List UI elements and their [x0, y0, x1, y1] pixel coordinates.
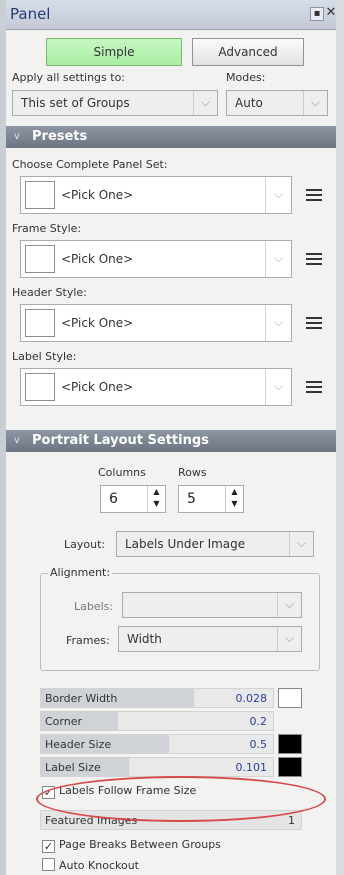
slider-name: Label Size — [45, 761, 101, 774]
slider-value: 0.2 — [249, 715, 268, 728]
corner-slider[interactable]: Corner 0.2 — [40, 711, 274, 731]
chevron-down-icon: ⌵ — [277, 593, 301, 617]
apply-label: Apply all settings to: — [12, 71, 126, 84]
menu-icon[interactable] — [306, 189, 322, 203]
slider-value: 0.028 — [235, 692, 268, 705]
picker-value: <Pick One> — [61, 252, 134, 266]
checkbox-label: Auto Knockout — [59, 859, 139, 872]
page-breaks-checkbox[interactable]: ✓ Page Breaks Between Groups — [42, 838, 221, 853]
label-style-picker[interactable]: <Pick One> ⌵ — [20, 368, 292, 406]
alignment-group — [40, 573, 320, 671]
slider-name: Header Size — [45, 738, 112, 751]
chevron-down-icon: ⌵ — [289, 532, 313, 556]
rows-stepper[interactable]: 5 ▲ ▼ — [178, 485, 244, 513]
preview-swatch — [25, 373, 55, 401]
rows-value: 5 — [187, 491, 196, 507]
chevron-down-icon: ⌵ — [265, 305, 291, 341]
portrait-section-header[interactable]: v Portrait Layout Settings — [6, 430, 336, 452]
modes-select-value: Auto — [235, 96, 263, 110]
checkbox-check-icon[interactable]: ✓ — [42, 840, 55, 853]
picker-value: <Pick One> — [61, 316, 134, 330]
checkbox-label: Page Breaks Between Groups — [59, 838, 221, 851]
stepper-arrows-icon[interactable]: ▲ ▼ — [147, 486, 165, 512]
frame-style-label: Frame Style: — [12, 222, 82, 235]
preview-swatch — [25, 245, 55, 273]
layout-label: Layout: — [64, 538, 106, 551]
checkbox-box[interactable] — [42, 858, 55, 871]
labels-label: Labels: — [74, 600, 114, 613]
slider-name: Border Width — [45, 692, 118, 705]
presets-section-header[interactable]: v Presets — [6, 126, 336, 148]
menu-icon[interactable] — [306, 253, 322, 267]
preview-swatch — [25, 309, 55, 337]
advanced-button[interactable]: Advanced — [192, 38, 304, 66]
slider-value: 1 — [288, 814, 295, 827]
border-width-slider[interactable]: Border Width 0.028 — [40, 688, 274, 708]
auto-knockout-checkbox[interactable]: Auto Knockout — [42, 858, 139, 872]
close-icon[interactable]: ✕ — [324, 6, 336, 21]
header-style-label: Header Style: — [12, 286, 87, 299]
header-color-swatch[interactable] — [278, 734, 302, 754]
label-color-swatch[interactable] — [278, 757, 302, 777]
menu-icon[interactable] — [306, 381, 322, 395]
panel-set-picker[interactable]: <Pick One> ⌵ — [20, 176, 292, 214]
portrait-title: Portrait Layout Settings — [32, 433, 209, 448]
chevron-down-icon: ⌵ — [277, 627, 301, 651]
modes-select[interactable]: Auto ⌵ — [226, 90, 328, 116]
label-style-label: Label Style: — [12, 350, 77, 363]
stepper-arrows-icon[interactable]: ▲ ▼ — [225, 486, 243, 512]
panel-window: Panel ▪ ✕ Simple Advanced Apply all sett… — [0, 0, 344, 875]
menu-icon[interactable] — [306, 317, 322, 331]
header-size-slider[interactable]: Header Size 0.5 — [40, 734, 274, 754]
chevron-down-icon: ⌵ — [303, 91, 327, 115]
columns-value: 6 — [109, 491, 118, 507]
presets-title: Presets — [32, 129, 88, 144]
picker-value: <Pick One> — [61, 380, 134, 394]
frames-select[interactable]: Width ⌵ — [118, 626, 302, 652]
pin-icon[interactable]: ▪ — [310, 7, 324, 21]
apply-select-value: This set of Groups — [21, 96, 130, 110]
window-title: Panel — [10, 5, 51, 23]
chevron-down-icon: ⌵ — [265, 369, 291, 405]
alignment-label: Alignment: — [48, 566, 113, 579]
preview-swatch — [25, 181, 55, 209]
slider-name: Corner — [45, 715, 83, 728]
columns-stepper[interactable]: 6 ▲ ▼ — [100, 485, 166, 513]
frames-label: Frames: — [66, 634, 110, 647]
labels-select[interactable]: ⌵ — [122, 592, 302, 618]
simple-button[interactable]: Simple — [46, 38, 182, 66]
label-size-slider[interactable]: Label Size 0.101 — [40, 757, 274, 777]
modes-label: Modes: — [226, 71, 266, 84]
frames-select-value: Width — [127, 632, 162, 646]
highlight-ellipse — [36, 776, 326, 822]
slider-value: 0.101 — [235, 761, 268, 774]
frame-style-picker[interactable]: <Pick One> ⌵ — [20, 240, 292, 278]
columns-label: Columns — [98, 466, 146, 479]
chevron-down-icon: ⌵ — [193, 91, 217, 115]
layout-select-value: Labels Under Image — [125, 537, 246, 551]
picker-value: <Pick One> — [61, 188, 134, 202]
apply-select[interactable]: This set of Groups ⌵ — [12, 90, 218, 116]
slider-value: 0.5 — [249, 738, 268, 751]
header-style-picker[interactable]: <Pick One> ⌵ — [20, 304, 292, 342]
panel-set-label: Choose Complete Panel Set: — [12, 158, 168, 171]
collapse-chevron-icon: v — [14, 131, 20, 142]
chevron-down-icon: ⌵ — [265, 177, 291, 213]
chevron-down-icon: ⌵ — [265, 241, 291, 277]
collapse-chevron-icon: v — [14, 435, 20, 446]
rows-label: Rows — [178, 466, 207, 479]
border-color-swatch[interactable] — [278, 688, 302, 708]
title-bar: Panel ▪ ✕ — [6, 0, 336, 30]
layout-select[interactable]: Labels Under Image ⌵ — [116, 531, 314, 557]
